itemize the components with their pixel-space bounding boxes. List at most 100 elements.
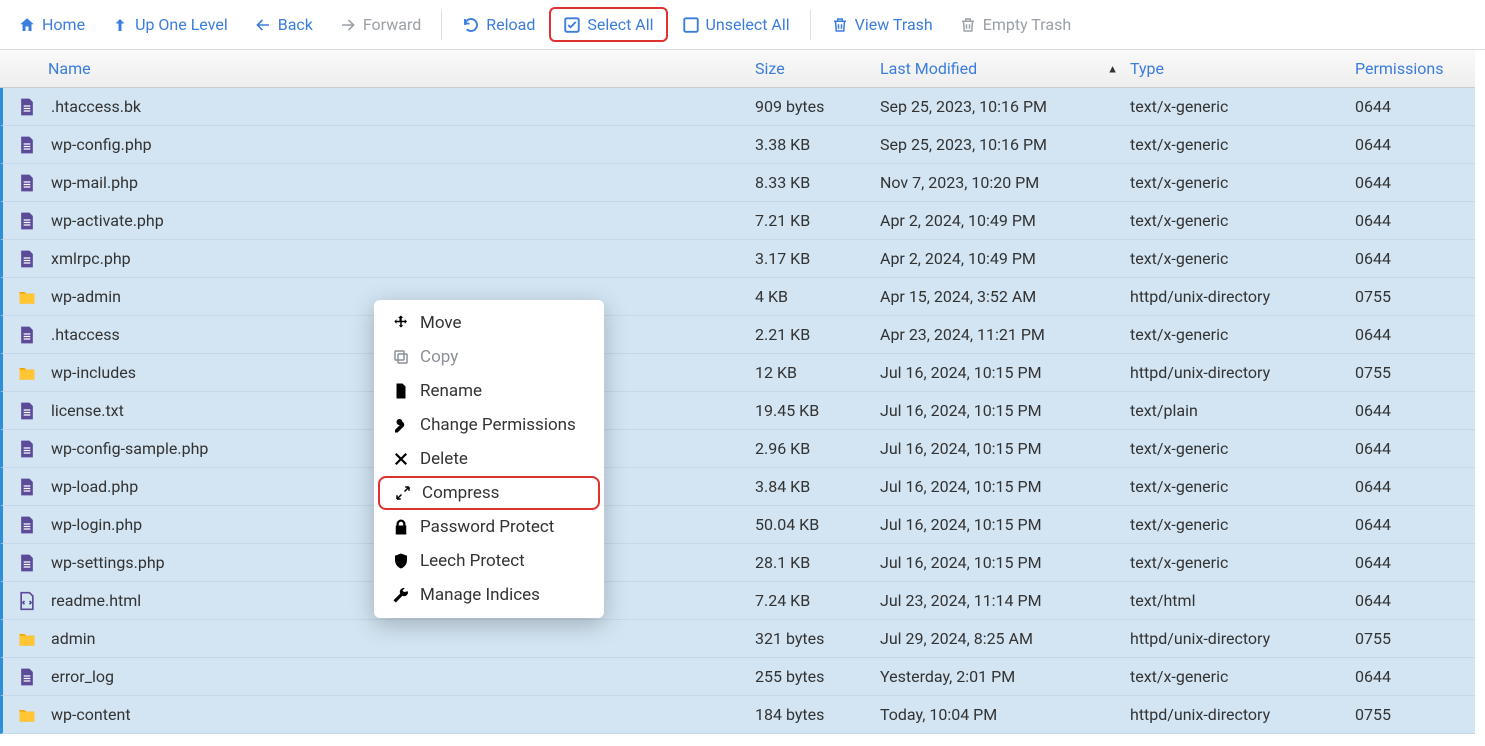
toolbar-separator xyxy=(441,10,442,40)
table-row[interactable]: readme.html7.24 KBJul 23, 2024, 11:14 PM… xyxy=(0,582,1475,620)
back-button[interactable]: Back xyxy=(242,9,325,40)
file-type-icon xyxy=(3,134,51,156)
ctx-delete[interactable]: Delete xyxy=(374,442,604,476)
table-row[interactable]: error_log255 bytesYesterday, 2:01 PMtext… xyxy=(0,658,1475,696)
file-size: 2.21 KB xyxy=(755,325,880,344)
file-size: 3.38 KB xyxy=(755,135,880,154)
x-icon xyxy=(392,450,410,468)
table-row[interactable]: wp-includes12 KBJul 16, 2024, 10:15 PMht… xyxy=(0,354,1475,392)
col-type-header[interactable]: Type xyxy=(1130,59,1355,78)
table-row[interactable]: xmlrpc.php3.17 KBApr 2, 2024, 10:49 PMte… xyxy=(0,240,1475,278)
file-type: text/x-generic xyxy=(1130,477,1355,496)
file-type: text/plain xyxy=(1130,401,1355,420)
table-row[interactable]: license.txt19.45 KBJul 16, 2024, 10:15 P… xyxy=(0,392,1475,430)
file-type-icon xyxy=(3,210,51,232)
unselect-all-button[interactable]: Unselect All xyxy=(670,9,802,40)
col-permissions-header[interactable]: Permissions xyxy=(1355,59,1475,78)
file-type: text/x-generic xyxy=(1130,135,1355,154)
move-icon xyxy=(392,314,410,332)
file-size: 909 bytes xyxy=(755,97,880,116)
file-permissions: 0644 xyxy=(1355,325,1475,344)
file-type: httpd/unix-directory xyxy=(1130,629,1355,648)
table-row[interactable]: wp-content184 bytesToday, 10:04 PMhttpd/… xyxy=(0,696,1475,734)
home-button[interactable]: Home xyxy=(6,9,97,40)
table-row[interactable]: wp-login.php50.04 KBJul 16, 2024, 10:15 … xyxy=(0,506,1475,544)
file-type-icon xyxy=(3,666,51,688)
file-type-icon xyxy=(3,514,51,536)
table-body[interactable]: .htaccess.bk909 bytesSep 25, 2023, 10:16… xyxy=(0,88,1475,743)
file-type: text/x-generic xyxy=(1130,97,1355,116)
key-icon xyxy=(392,416,410,434)
file-modified: Jul 16, 2024, 10:15 PM xyxy=(880,515,1130,534)
file-table: Name Size Last Modified ▲ Type Permissio… xyxy=(0,50,1475,743)
file-modified: Apr 2, 2024, 10:49 PM xyxy=(880,211,1130,230)
file-type-icon xyxy=(3,476,51,498)
ctx-delete-label: Delete xyxy=(420,449,468,469)
table-row[interactable]: wp-mail.php8.33 KBNov 7, 2023, 10:20 PMt… xyxy=(0,164,1475,202)
up-label: Up One Level xyxy=(135,15,228,34)
file-modified: Jul 23, 2024, 11:14 PM xyxy=(880,591,1130,610)
file-size: 28.1 KB xyxy=(755,553,880,572)
file-permissions: 0644 xyxy=(1355,135,1475,154)
file-type-icon xyxy=(3,286,51,308)
table-row[interactable]: wp-admin4 KBApr 15, 2024, 3:52 AMhttpd/u… xyxy=(0,278,1475,316)
forward-button: Forward xyxy=(327,9,433,40)
file-modified: Apr 2, 2024, 10:49 PM xyxy=(880,249,1130,268)
col-modified-header[interactable]: Last Modified ▲ xyxy=(880,59,1130,78)
file-modified: Today, 10:04 PM xyxy=(880,705,1130,724)
file-type: text/x-generic xyxy=(1130,249,1355,268)
table-row[interactable]: wp-config.php3.38 KBSep 25, 2023, 10:16 … xyxy=(0,126,1475,164)
file-permissions: 0644 xyxy=(1355,249,1475,268)
ctx-leech-protect[interactable]: Leech Protect xyxy=(374,544,604,578)
ctx-change-permissions[interactable]: Change Permissions xyxy=(374,408,604,442)
file-modified: Nov 7, 2023, 10:20 PM xyxy=(880,173,1130,192)
file-size: 7.24 KB xyxy=(755,591,880,610)
view-trash-button[interactable]: View Trash xyxy=(819,9,945,40)
reload-button[interactable]: Reload xyxy=(450,9,547,40)
ctx-manage-indices[interactable]: Manage Indices xyxy=(374,578,604,612)
file-permissions: 0644 xyxy=(1355,553,1475,572)
select-all-button[interactable]: Select All xyxy=(549,7,667,42)
empty-trash-button: Empty Trash xyxy=(947,9,1083,40)
ctx-rename[interactable]: Rename xyxy=(374,374,604,408)
table-row[interactable]: .htaccess2.21 KBApr 23, 2024, 11:21 PMte… xyxy=(0,316,1475,354)
file-modified: Sep 25, 2023, 10:16 PM xyxy=(880,97,1130,116)
table-row[interactable]: wp-load.php3.84 KBJul 16, 2024, 10:15 PM… xyxy=(0,468,1475,506)
table-row[interactable]: wp-activate.php7.21 KBApr 2, 2024, 10:49… xyxy=(0,202,1475,240)
file-type-icon xyxy=(3,248,51,270)
toolbar: Home Up One Level Back Forward Reload Se… xyxy=(0,0,1485,50)
ctx-copy-label: Copy xyxy=(420,347,458,367)
table-row[interactable]: admin321 bytesJul 29, 2024, 8:25 AMhttpd… xyxy=(0,620,1475,658)
file-modified: Jul 16, 2024, 10:15 PM xyxy=(880,439,1130,458)
table-row[interactable]: .htaccess.bk909 bytesSep 25, 2023, 10:16… xyxy=(0,88,1475,126)
table-row[interactable]: wp-config-sample.php2.96 KBJul 16, 2024,… xyxy=(0,430,1475,468)
file-modified: Jul 16, 2024, 10:15 PM xyxy=(880,477,1130,496)
file-size: 184 bytes xyxy=(755,705,880,724)
table-row[interactable]: wp-settings.php28.1 KBJul 16, 2024, 10:1… xyxy=(0,544,1475,582)
checkbox-checked-icon xyxy=(563,16,581,34)
up-one-level-button[interactable]: Up One Level xyxy=(99,9,240,40)
home-label: Home xyxy=(42,15,85,34)
ctx-manage-indices-label: Manage Indices xyxy=(420,585,540,605)
file-permissions: 0644 xyxy=(1355,439,1475,458)
ctx-compress-label: Compress xyxy=(422,483,499,503)
select-all-label: Select All xyxy=(587,15,653,34)
col-size-header[interactable]: Size xyxy=(755,59,880,78)
ctx-move[interactable]: Move xyxy=(374,306,604,340)
col-name-header[interactable]: Name xyxy=(48,59,755,78)
file-type-icon xyxy=(3,590,51,612)
file-icon xyxy=(392,382,410,400)
file-name: wp-activate.php xyxy=(51,211,755,230)
file-modified: Sep 25, 2023, 10:16 PM xyxy=(880,135,1130,154)
file-modified: Jul 16, 2024, 10:15 PM xyxy=(880,363,1130,382)
file-size: 3.17 KB xyxy=(755,249,880,268)
file-size: 12 KB xyxy=(755,363,880,382)
ctx-rename-label: Rename xyxy=(420,381,482,401)
compress-icon xyxy=(394,484,412,502)
file-modified: Jul 16, 2024, 10:15 PM xyxy=(880,553,1130,572)
file-size: 7.21 KB xyxy=(755,211,880,230)
ctx-password-protect[interactable]: Password Protect xyxy=(374,510,604,544)
file-size: 8.33 KB xyxy=(755,173,880,192)
ctx-copy[interactable]: Copy xyxy=(374,340,604,374)
ctx-compress[interactable]: Compress xyxy=(378,476,600,510)
